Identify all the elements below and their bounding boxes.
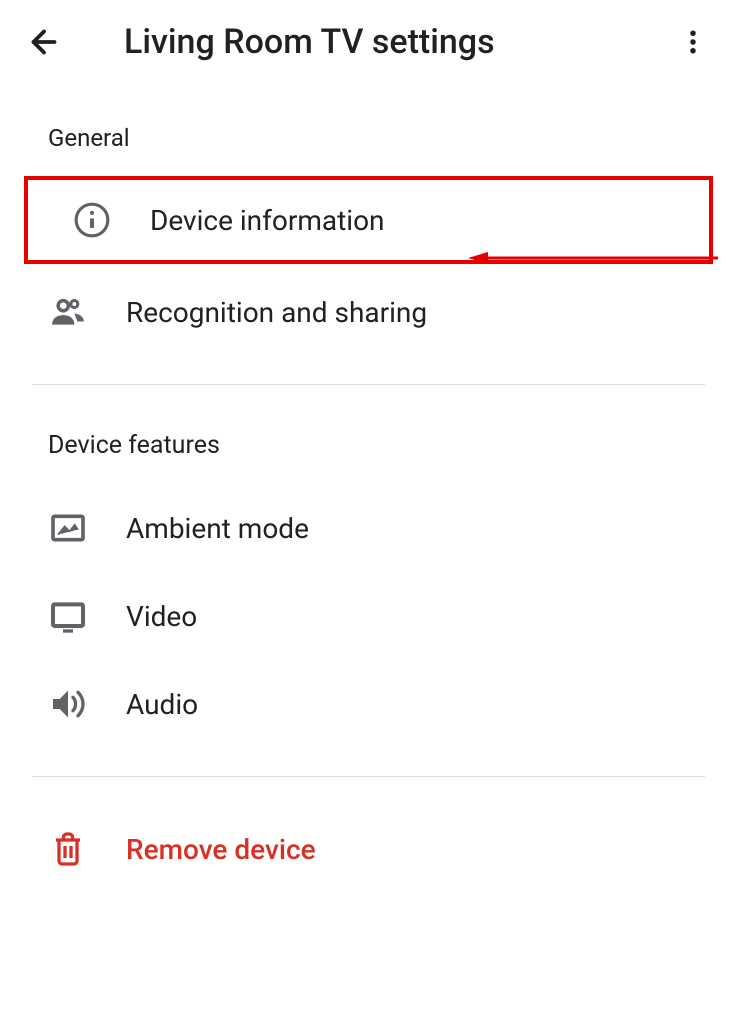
arrow-left-icon [26,24,62,60]
menu-item-label: Video [126,600,197,633]
more-vertical-icon [678,27,708,57]
menu-item-remove-device[interactable]: Remove device [0,805,737,893]
menu-item-audio[interactable]: Audio [0,660,737,748]
section-general-title: General [0,84,737,172]
section-features-title: Device features [0,413,737,484]
menu-item-ambient-mode[interactable]: Ambient mode [0,484,737,572]
monitor-icon [48,596,88,636]
section-divider [32,776,705,777]
menu-item-label: Device information [150,204,385,237]
menu-item-label: Remove device [126,833,316,866]
menu-item-label: Ambient mode [126,512,309,545]
section-divider [32,384,705,385]
menu-item-video[interactable]: Video [0,572,737,660]
speaker-icon [48,684,88,724]
menu-item-label: Recognition and sharing [126,296,427,329]
app-header: Living Room TV settings [0,0,737,84]
menu-item-recognition-sharing[interactable]: Recognition and sharing [0,268,737,356]
image-icon [48,508,88,548]
page-title: Living Room TV settings [124,22,649,62]
menu-item-device-information[interactable]: Device information [24,176,713,264]
trash-icon [48,829,88,869]
people-icon [48,292,88,332]
info-icon [72,200,112,240]
back-button[interactable] [20,18,68,66]
overflow-menu-button[interactable] [669,18,717,66]
menu-item-label: Audio [126,688,198,721]
